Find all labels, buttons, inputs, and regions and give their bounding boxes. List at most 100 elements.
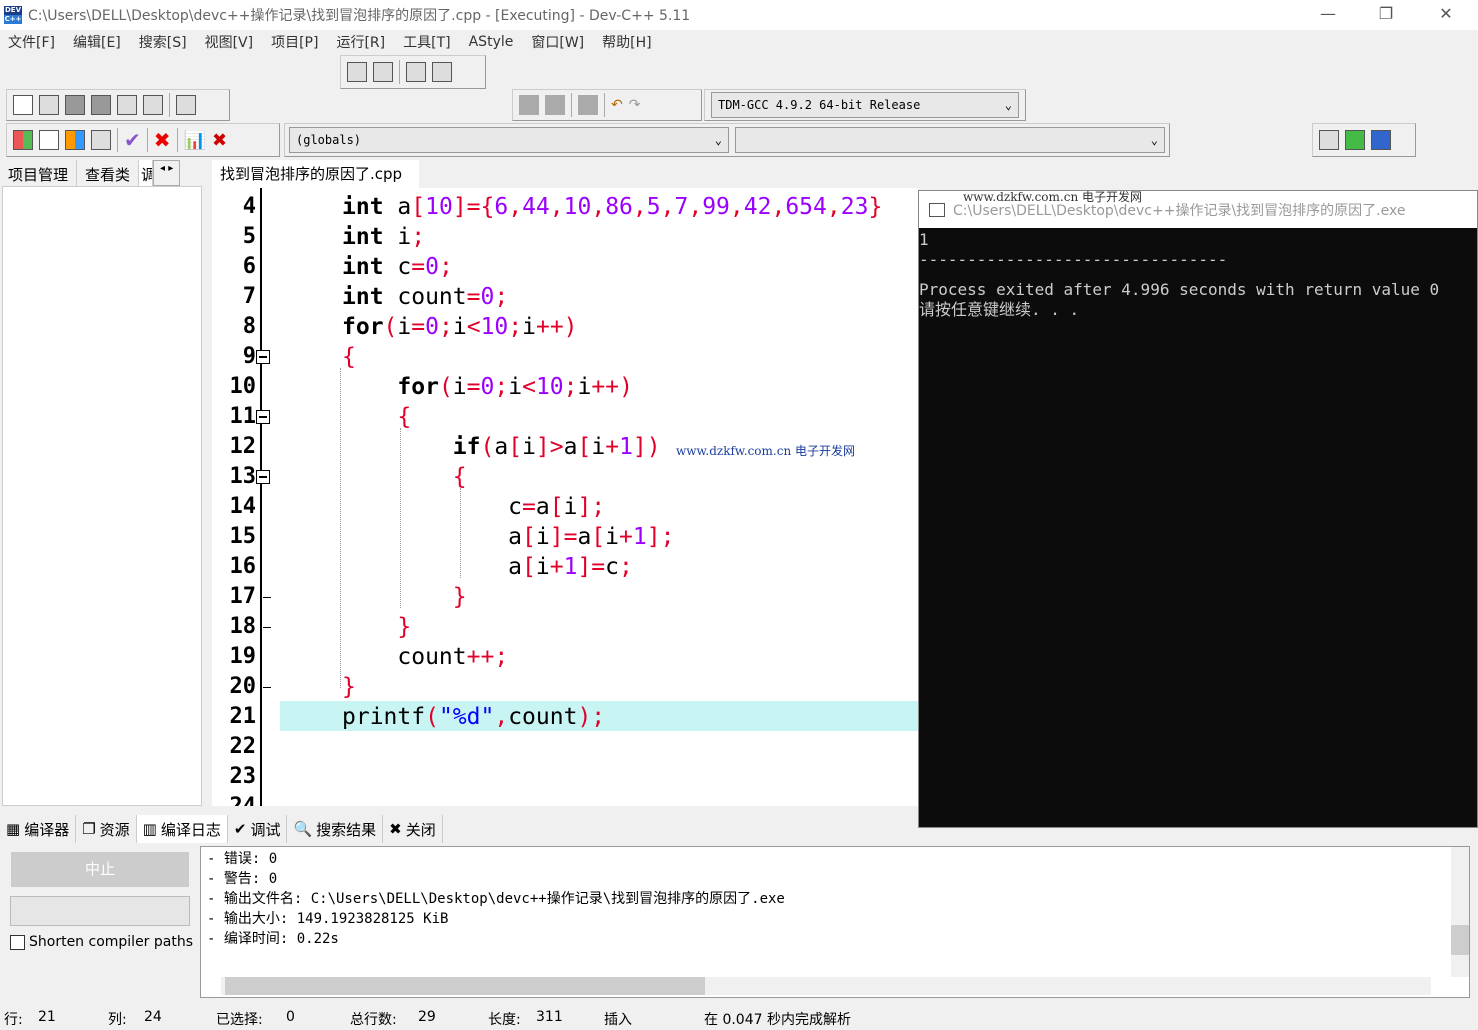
code-token: ; (563, 374, 578, 400)
undo-icon[interactable]: ↶ (611, 97, 623, 113)
bottom-tab-label: 资源 (99, 820, 130, 839)
code-token: , (549, 194, 564, 220)
menu-item[interactable]: 帮助[H] (602, 32, 651, 52)
total-lines-value: 29 (418, 1009, 436, 1025)
toggle-pane-icon[interactable] (406, 62, 426, 82)
panel-tab[interactable]: 项目管理 (0, 160, 78, 186)
close-file-icon[interactable] (117, 95, 137, 115)
code-line: for(i=0;i<10;i++) (342, 372, 633, 402)
print-icon[interactable] (176, 95, 196, 115)
fold-toggle-icon[interactable] (256, 410, 270, 424)
menu-item[interactable]: 编辑[E] (73, 32, 121, 52)
toolbar-search (340, 55, 486, 89)
menu-item[interactable]: 视图[V] (205, 32, 254, 52)
toolbar-file (6, 89, 230, 121)
checkbox-box[interactable] (10, 934, 25, 950)
unindent-icon[interactable] (545, 95, 565, 115)
code-editor[interactable]: www.dzkfw.com.cn 电子开发网 4 int a[10]={6,44,… (212, 188, 918, 806)
shorten-paths-checkbox[interactable]: Shorten compiler paths (10, 934, 193, 950)
menu-item[interactable]: 工具[T] (403, 32, 450, 52)
code-token: = (522, 494, 536, 520)
check-icon[interactable]: ✔ (124, 128, 141, 152)
fold-toggle-icon[interactable] (256, 470, 270, 484)
code-line: count++; (342, 642, 508, 672)
panel-tab[interactable]: 查看类 (77, 160, 140, 186)
row-value: 21 (38, 1009, 56, 1025)
run-icon[interactable] (39, 130, 59, 150)
code-token: [ (508, 434, 523, 460)
code-token: c (605, 554, 620, 580)
bottom-tab[interactable]: ✖ 关闭 (383, 815, 443, 843)
horizontal-scrollbar[interactable] (221, 977, 1431, 995)
close-button[interactable]: ✕ (1426, 4, 1466, 23)
find-icon[interactable] (347, 62, 367, 82)
code-token: a (494, 434, 509, 460)
title-bar: DEV C++ C:\Users\DELL\Desktop\devc++操作记录\… (0, 0, 1478, 30)
abort-button[interactable]: 中止 (11, 852, 189, 887)
scrollbar-thumb[interactable] (225, 977, 705, 995)
bottom-tab[interactable]: ✔ 调试 (228, 815, 288, 843)
close-all-icon[interactable] (143, 95, 163, 115)
replace-icon[interactable] (373, 62, 393, 82)
bottom-tab[interactable]: ▥ 编译日志 (136, 815, 228, 843)
bottom-tab[interactable]: ❐ 资源 (76, 815, 137, 843)
compile-icon[interactable] (13, 130, 33, 150)
col-value: 24 (144, 1009, 162, 1025)
scope-select[interactable]: (globals) ⌄ (289, 127, 729, 153)
menu-item[interactable]: AStyle (469, 34, 514, 50)
restore-button[interactable]: ❐ (1366, 4, 1406, 23)
menu-item[interactable]: 窗口[W] (531, 32, 584, 52)
row-label: 行: (4, 1012, 23, 1028)
menu-item[interactable]: 搜索[S] (139, 32, 187, 52)
rebuild-icon[interactable] (91, 130, 111, 150)
fold-toggle-icon[interactable] (256, 350, 270, 364)
selected-label: 已选择: (216, 1012, 263, 1028)
tab-scroll-arrows[interactable]: ◂ ▸ (153, 160, 181, 186)
info-icon[interactable] (1371, 130, 1391, 150)
minimize-button[interactable]: — (1308, 4, 1348, 23)
bottom-tab[interactable]: ▦ 编译器 (0, 815, 77, 843)
line-number: 4 (242, 194, 256, 219)
goto-icon[interactable] (432, 62, 452, 82)
line-number: 24 (216, 792, 257, 806)
log-line: - 输出文件名: C:\Users\DELL\Desktop\devc++操作记… (207, 891, 785, 907)
stop-icon[interactable]: ✖ (154, 128, 171, 152)
delete-profile-icon[interactable]: ✖ (212, 130, 227, 151)
code-token: ( (425, 704, 439, 730)
code-token: a (342, 524, 523, 550)
menu-item[interactable]: 项目[P] (271, 32, 318, 52)
code-token: a (535, 494, 550, 520)
resources-icon: ❐ (82, 820, 96, 838)
add-icon[interactable] (1345, 130, 1365, 150)
compile-run-icon[interactable] (65, 130, 85, 150)
redo-icon[interactable]: ↷ (629, 97, 641, 113)
menu-item[interactable]: 文件[F] (8, 32, 55, 52)
compile-log[interactable]: - 错误: 0 - 警告: 0 - 输出文件名: C:\Users\DELL\Des… (200, 846, 1470, 998)
toolbar-misc (1312, 123, 1416, 157)
console-window[interactable]: C:\Users\DELL\Desktop\devc++操作记录\找到冒泡排序的… (918, 190, 1478, 828)
search-results-icon: 🔍 (293, 820, 313, 838)
open-icon[interactable] (39, 95, 59, 115)
panel-tab[interactable]: 调 (139, 160, 154, 186)
code-token: , (660, 194, 675, 220)
save-icon[interactable] (65, 95, 85, 115)
code-line: { (342, 342, 356, 372)
compiler-select[interactable]: TDM-GCC 4.9.2 64-bit Release ⌄ (711, 92, 1019, 118)
code-line: } (342, 612, 411, 642)
new-file-icon[interactable] (13, 95, 33, 115)
code-token: i (522, 434, 536, 460)
bookmark-icon[interactable] (578, 95, 598, 115)
profile-icon[interactable]: 📊 (184, 130, 206, 151)
bottom-tab[interactable]: 🔍 搜索结果 (287, 815, 384, 843)
vertical-scrollbar[interactable] (1451, 847, 1469, 977)
watermark: www.dzkfw.com.cn 电子开发网 (676, 444, 855, 458)
menu-item[interactable]: 运行[R] (336, 32, 385, 52)
indent-icon[interactable] (519, 95, 539, 115)
code-token: c (397, 254, 412, 280)
save-all-icon[interactable] (91, 95, 111, 115)
vscroll-thumb[interactable] (1451, 925, 1469, 955)
file-tab[interactable]: 找到冒泡排序的原因了.cpp (212, 160, 419, 188)
window-title: C:\Users\DELL\Desktop\devc++操作记录\找到冒泡排序的… (28, 8, 691, 24)
symbol-select[interactable]: ⌄ (734, 127, 1165, 153)
exit-icon[interactable] (1319, 130, 1339, 150)
